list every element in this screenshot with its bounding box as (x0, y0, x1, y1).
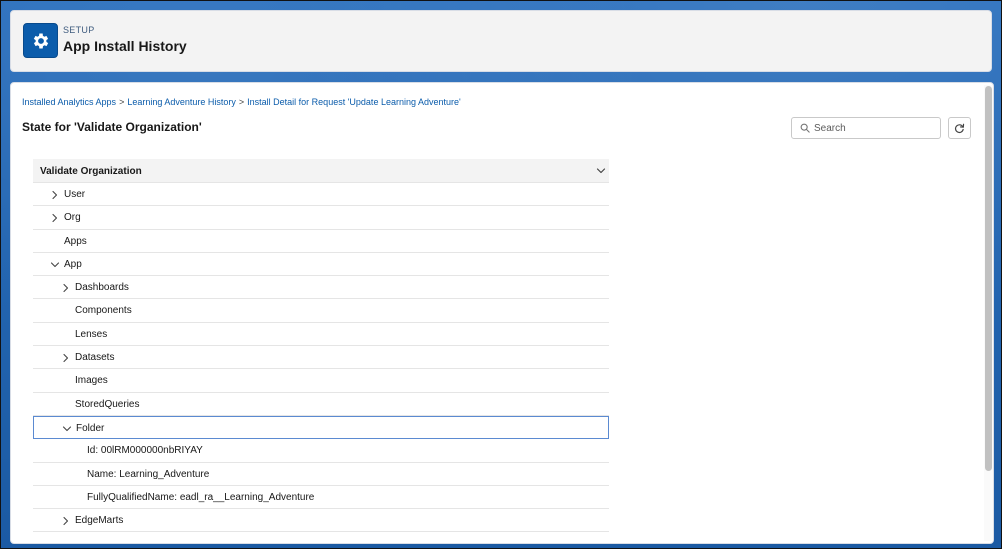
tree-row: Lenses (33, 323, 609, 347)
header-eyebrow: SETUP (63, 25, 95, 35)
tree-row-label: App (64, 258, 82, 270)
refresh-button[interactable] (948, 117, 971, 139)
search-icon (800, 123, 810, 133)
chevron-right-icon[interactable] (50, 190, 60, 200)
tree-row[interactable]: User (33, 183, 609, 207)
tree-row-label: Images (75, 375, 108, 387)
page-header: SETUP App Install History (10, 10, 992, 72)
tree-row-label: FullyQualifiedName: eadl_ra__Learning_Ad… (87, 491, 315, 503)
tree-row-label: Datasets (75, 352, 115, 364)
tree-rows: User Org Apps App Dashboards Components Lenses… (33, 183, 609, 533)
tree-row-label: User (64, 189, 86, 200)
chevron-right-icon[interactable] (50, 213, 60, 223)
tree-row-label: Dashboards (75, 282, 129, 294)
tree-row: Components (33, 299, 609, 323)
chevron-right-icon[interactable] (61, 353, 71, 363)
tree-row-label: Folder (76, 422, 105, 434)
tree-row: Images (33, 369, 609, 393)
tree-row[interactable]: Dashboards (33, 276, 609, 300)
tree-header[interactable]: Validate Organization (33, 159, 609, 183)
tree-row-label: Apps (64, 235, 87, 247)
chevron-right-icon[interactable] (61, 516, 71, 526)
breadcrumb-install-detail[interactable]: Install Detail for Request 'Update Learn… (247, 97, 461, 107)
breadcrumb-separator: > (238, 97, 245, 107)
tree-row[interactable]: Folder (33, 415, 609, 440)
tree-row: FullyQualifiedName: eadl_ra__Learning_Ad… (33, 486, 609, 510)
tree-row[interactable]: App (33, 253, 609, 277)
tree-row[interactable]: Datasets (33, 346, 609, 370)
refresh-icon (954, 123, 965, 133)
breadcrumb: Installed Analytics Apps > Learning Advent… (22, 97, 461, 107)
page-title: App Install History (63, 38, 187, 54)
search-box[interactable] (791, 117, 941, 139)
breadcrumb-separator: > (119, 97, 125, 107)
search-input[interactable] (814, 121, 934, 136)
tree-row: Name: Learning_Adventure (33, 463, 609, 486)
tree-row-label: Lenses (75, 328, 108, 340)
chevron-down-icon[interactable] (62, 424, 72, 434)
chevron-down-icon[interactable] (596, 167, 606, 175)
tree-row[interactable]: Org (33, 206, 609, 230)
scrollbar-thumb[interactable] (985, 86, 992, 471)
breadcrumb-learning-adventure-history[interactable]: Learning Adventure History (127, 97, 236, 107)
tree-row-label: Name: Learning_Adventure (87, 468, 210, 480)
tree-row[interactable]: EdgeMarts (33, 509, 609, 533)
tree-row: StoredQueries (33, 393, 609, 416)
gear-icon (23, 23, 58, 58)
state-title: State for 'Validate Organization' (22, 120, 202, 134)
tree-row: Apps (33, 230, 609, 253)
tree-row-label: Components (75, 305, 132, 317)
tree-row-label: Org (64, 212, 81, 224)
tree-header-label: Validate Organization (40, 166, 142, 177)
tree-row-label: EdgeMarts (75, 515, 124, 527)
chevron-down-icon[interactable] (50, 260, 60, 270)
main-content-card: Installed Analytics Apps > Learning Advent… (10, 82, 994, 544)
state-tree: Validate Organization User Org Apps App Dash… (33, 159, 609, 533)
tree-row-label: StoredQueries (75, 398, 140, 410)
tree-row: Id: 00lRM000000nbRIYAY (33, 439, 609, 463)
tree-row-label: Id: 00lRM000000nbRIYAY (87, 445, 203, 457)
breadcrumb-installed-analytics-apps[interactable]: Installed Analytics Apps (22, 97, 116, 107)
chevron-right-icon[interactable] (61, 283, 71, 293)
